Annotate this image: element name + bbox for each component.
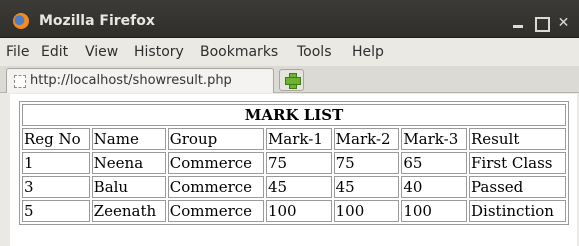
plus-icon bbox=[285, 73, 301, 89]
header-mark-2: Mark-2 bbox=[333, 128, 400, 150]
table-title-row: MARK LIST bbox=[22, 104, 566, 126]
tab-showresult[interactable]: http://localhost/showresult.php bbox=[6, 68, 274, 93]
menu-file[interactable]: File bbox=[6, 44, 29, 60]
cell-result: First Class bbox=[469, 152, 566, 174]
table-row: 1 Neena Commerce 75 75 65 First Class bbox=[22, 152, 566, 174]
maximize-icon[interactable] bbox=[533, 15, 550, 32]
menu-bookmarks[interactable]: Bookmarks bbox=[200, 44, 278, 60]
cell-result: Passed bbox=[469, 176, 566, 198]
title-bar[interactable]: Mozilla Firefox ✕ bbox=[0, 0, 579, 38]
header-name: Name bbox=[91, 128, 166, 150]
cell-group: Commerce bbox=[167, 176, 264, 198]
firefox-icon bbox=[13, 13, 29, 29]
new-tab-button[interactable] bbox=[279, 69, 304, 91]
cell-mark-1: 45 bbox=[265, 176, 332, 198]
table-row: 3 Balu Commerce 45 45 40 Passed bbox=[22, 176, 566, 198]
header-mark-1: Mark-1 bbox=[265, 128, 332, 150]
cell-name: Zeenath bbox=[91, 200, 166, 222]
menu-history[interactable]: History bbox=[134, 44, 184, 60]
page-icon bbox=[14, 75, 26, 88]
table-row: 5 Zeenath Commerce 100 100 100 Distincti… bbox=[22, 200, 566, 222]
cell-reg-no: 5 bbox=[22, 200, 90, 222]
minimize-icon[interactable] bbox=[510, 15, 527, 31]
cell-mark-2: 100 bbox=[333, 200, 400, 222]
cell-reg-no: 3 bbox=[22, 176, 90, 198]
cell-mark-2: 75 bbox=[333, 152, 400, 174]
tab-bar: http://localhost/showresult.php bbox=[0, 66, 579, 93]
cell-name: Balu bbox=[91, 176, 166, 198]
cell-mark-2: 45 bbox=[333, 176, 400, 198]
table-title: MARK LIST bbox=[22, 104, 566, 126]
cell-group: Commerce bbox=[167, 200, 264, 222]
menu-edit[interactable]: Edit bbox=[41, 44, 68, 60]
close-icon[interactable]: ✕ bbox=[555, 15, 572, 31]
window-title: Mozilla Firefox bbox=[39, 13, 155, 29]
header-group: Group bbox=[167, 128, 264, 150]
mark-list-table: MARK LIST Reg No Name Group Mark-1 Mark-… bbox=[19, 101, 569, 225]
cell-result: Distinction bbox=[469, 200, 566, 222]
cell-mark-3: 40 bbox=[401, 176, 468, 198]
cell-reg-no: 1 bbox=[22, 152, 90, 174]
menu-tools[interactable]: Tools bbox=[297, 44, 332, 60]
header-mark-3: Mark-3 bbox=[401, 128, 468, 150]
header-result: Result bbox=[469, 128, 566, 150]
tab-label: http://localhost/showresult.php bbox=[30, 73, 232, 88]
firefox-window: Mozilla Firefox ✕ File Edit View History… bbox=[0, 0, 579, 246]
table-header-row: Reg No Name Group Mark-1 Mark-2 Mark-3 R… bbox=[22, 128, 566, 150]
cell-name: Neena bbox=[91, 152, 166, 174]
cell-mark-1: 100 bbox=[265, 200, 332, 222]
cell-mark-1: 75 bbox=[265, 152, 332, 174]
cell-mark-3: 100 bbox=[401, 200, 468, 222]
cell-group: Commerce bbox=[167, 152, 264, 174]
menu-help[interactable]: Help bbox=[352, 44, 384, 60]
menu-bar: File Edit View History Bookmarks Tools H… bbox=[0, 38, 579, 66]
page-content: MARK LIST Reg No Name Group Mark-1 Mark-… bbox=[10, 94, 577, 246]
cell-mark-3: 65 bbox=[401, 152, 468, 174]
header-reg-no: Reg No bbox=[22, 128, 90, 150]
menu-view[interactable]: View bbox=[85, 44, 118, 60]
